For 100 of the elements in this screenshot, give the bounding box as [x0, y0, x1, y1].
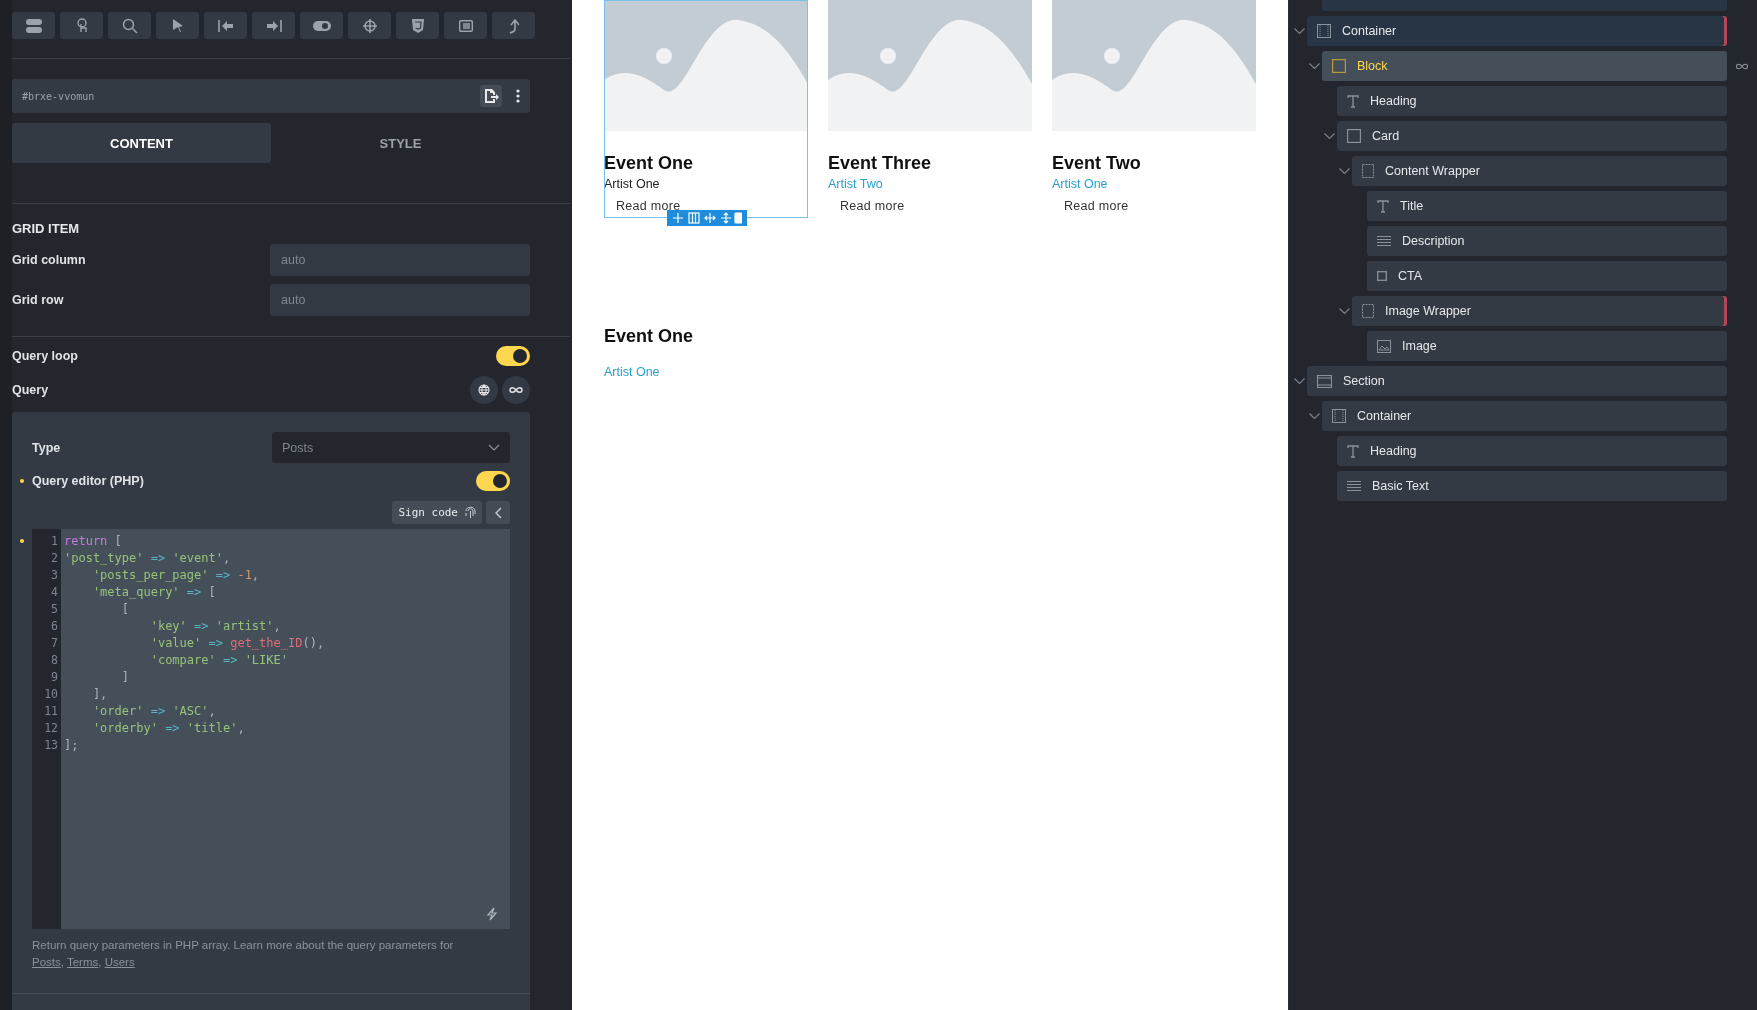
tree-row[interactable]: Title — [1367, 191, 1727, 221]
field-label: Query loop — [12, 349, 79, 363]
help-link[interactable]: Users — [104, 956, 135, 968]
element-id: #brxe-vvomun — [22, 90, 96, 102]
touch-icon — [74, 17, 89, 34]
chevron-down-icon — [488, 444, 500, 451]
chevron-icon[interactable] — [1309, 413, 1320, 419]
field-label: Type — [32, 440, 62, 455]
line-number: 11 — [43, 703, 59, 720]
line-number: 3 — [50, 567, 59, 584]
chevron-icon[interactable] — [1339, 308, 1350, 314]
line-number: 9 — [50, 669, 59, 686]
arrow-right-icon — [265, 19, 282, 32]
chevron-icon[interactable] — [1309, 63, 1320, 69]
panel-tab[interactable]: CONTENT — [12, 123, 271, 163]
tree-row[interactable]: Image Wrapper — [1352, 296, 1727, 326]
code-line: ], — [91, 686, 109, 703]
chevron-icon[interactable] — [1324, 133, 1335, 139]
tree-label: Image — [1402, 339, 1437, 353]
toggle-switch[interactable] — [496, 346, 530, 366]
chevron-left-icon — [494, 506, 502, 519]
layers-button[interactable] — [12, 12, 55, 39]
element-id-field[interactable]: #brxe-vvomun — [12, 79, 530, 113]
globe-icon — [478, 384, 490, 396]
line-number: 4 — [50, 584, 59, 601]
list-button[interactable] — [444, 12, 487, 39]
list-icon — [458, 19, 473, 32]
tree-row[interactable]: Description — [1367, 226, 1727, 256]
search-button[interactable] — [108, 12, 151, 39]
block-icon — [1347, 129, 1361, 143]
input-field[interactable]: auto — [270, 284, 530, 316]
arrow-right-button[interactable] — [252, 12, 295, 39]
globe-button[interactable] — [470, 376, 498, 404]
line-number: 7 — [50, 635, 59, 652]
line-number: 8 — [50, 652, 59, 669]
section-title: GRID ITEM — [12, 221, 81, 236]
help-link[interactable]: Posts — [32, 956, 61, 968]
tree-row[interactable]: Block — [1322, 51, 1727, 81]
tree-label: Heading — [1370, 444, 1417, 458]
arrow-up-icon — [508, 17, 519, 34]
toggle-button[interactable] — [300, 12, 343, 39]
toggle-icon — [312, 20, 331, 31]
type-dropdown[interactable]: Posts — [272, 432, 510, 463]
tree-label: Basic Text — [1372, 479, 1429, 493]
toggle-switch[interactable] — [476, 471, 510, 491]
tree-label: Container — [1357, 409, 1412, 423]
dropdown-value: Posts — [282, 440, 314, 455]
tree-row[interactable]: Container — [1322, 401, 1727, 431]
tree-row[interactable]: Container — [1307, 16, 1727, 46]
code-line: 'order' => 'ASC', — [91, 703, 217, 720]
input-field[interactable]: auto — [270, 244, 530, 276]
tree-row[interactable]: Basic Text — [1337, 471, 1727, 501]
arrow-left-button[interactable] — [204, 12, 247, 39]
code-line: ] — [120, 669, 131, 686]
chevron-icon[interactable] — [1294, 378, 1305, 384]
tree-row[interactable]: Content Wrapper — [1352, 156, 1727, 186]
touch-button[interactable] — [60, 12, 103, 39]
collapse-button[interactable] — [486, 501, 510, 524]
panel-tab[interactable]: STYLE — [271, 123, 530, 163]
crosshair-button[interactable] — [348, 12, 391, 39]
line-number: 1 — [50, 533, 59, 550]
layers-icon — [25, 18, 42, 33]
tree-row[interactable]: CTA — [1367, 261, 1727, 291]
code-editor[interactable] — [32, 529, 510, 929]
tree-row[interactable]: Heading — [1337, 436, 1727, 466]
tree-label: Content Wrapper — [1385, 164, 1480, 178]
field-label: Grid column — [12, 253, 87, 267]
sign-code-button[interactable]: Sign code — [392, 501, 482, 524]
tree-label: Card — [1372, 129, 1400, 143]
chevron-icon[interactable] — [1294, 28, 1305, 34]
code-line: 'value' => get_the_ID(), — [149, 635, 325, 652]
tree-row[interactable]: Section — [1307, 366, 1727, 396]
css-button[interactable] — [396, 12, 439, 39]
text-lines-icon — [1377, 235, 1391, 247]
line-number: 10 — [43, 686, 59, 703]
tree-row[interactable]: Heading — [1337, 86, 1727, 116]
read-more-button[interactable]: Read more — [604, 199, 808, 213]
event-title: Event Two — [1052, 153, 1142, 174]
export-button[interactable] — [492, 12, 535, 39]
lightning-icon[interactable] — [486, 907, 498, 921]
fingerprint-icon — [465, 506, 476, 519]
tree-label: Description — [1402, 234, 1465, 248]
text-lines-icon — [1347, 480, 1361, 492]
infinity-button[interactable] — [502, 376, 530, 404]
read-more-button[interactable]: Read more — [828, 199, 1032, 213]
file-export-icon[interactable] — [480, 85, 502, 107]
section-icon — [1317, 374, 1332, 388]
pointer-button[interactable] — [156, 12, 199, 39]
line-number: 12 — [43, 720, 59, 737]
element-toolbar[interactable] — [667, 210, 747, 226]
read-more-button[interactable]: Read more — [1052, 199, 1256, 213]
shield-icon — [411, 18, 424, 33]
code-line: [ — [120, 601, 131, 618]
line-number: 2 — [50, 550, 59, 567]
container-icon — [1317, 24, 1331, 38]
chevron-icon[interactable] — [1339, 168, 1350, 174]
tree-row[interactable]: Image — [1367, 331, 1727, 361]
more-icon[interactable] — [516, 89, 520, 103]
arrow-left-icon — [217, 19, 234, 32]
tree-row[interactable]: Card — [1337, 121, 1727, 151]
